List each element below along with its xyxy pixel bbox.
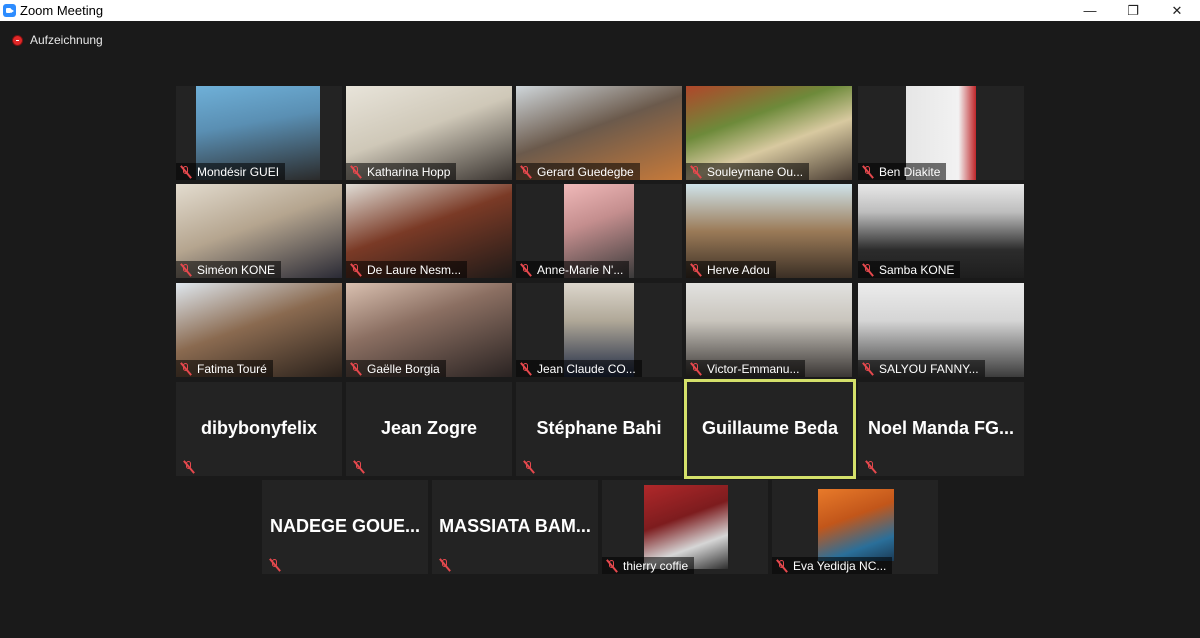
participant-name: SALYOU FANNY... xyxy=(879,361,979,376)
active-speaker-tile[interactable]: Guillaume Beda xyxy=(684,379,856,479)
participant-name-label: Mondésir GUEI xyxy=(176,163,286,180)
participant-tile[interactable]: De Laure Nesm... xyxy=(346,184,512,278)
participant-tile[interactable]: Souleymane Ou... xyxy=(686,86,852,180)
participant-name: Herve Adou xyxy=(707,262,770,277)
participant-tile[interactable]: NADEGE GOUE... xyxy=(262,480,428,574)
participant-tile[interactable]: Fatima Touré xyxy=(176,283,342,377)
muted-mic-icon xyxy=(689,362,703,376)
participant-tile[interactable]: Jean Claude CO... xyxy=(516,283,682,377)
recording-label: Aufzeichnung xyxy=(30,33,103,47)
participant-name: Katharina Hopp xyxy=(367,164,451,179)
window-title: Zoom Meeting xyxy=(20,3,104,18)
close-button[interactable]: ✕ xyxy=(1155,0,1199,21)
participant-name: Fatima Touré xyxy=(197,361,267,376)
record-icon xyxy=(12,34,23,46)
muted-mic-icon xyxy=(864,460,878,474)
participant-tile[interactable]: Gerard Guedegbe xyxy=(516,86,682,180)
participant-name-label: De Laure Nesm... xyxy=(346,261,468,278)
participant-tile[interactable]: Stéphane Bahi xyxy=(516,382,682,476)
participant-tile[interactable]: SALYOU FANNY... xyxy=(858,283,1024,377)
participant-tile[interactable]: Siméon KONE xyxy=(176,184,342,278)
participant-name: Stéphane Bahi xyxy=(536,418,662,438)
participant-tile[interactable]: Herve Adou xyxy=(686,184,852,278)
participant-name-label: SALYOU FANNY... xyxy=(858,360,985,377)
participant-tile[interactable]: Victor-Emmanu... xyxy=(686,283,852,377)
muted-mic-icon xyxy=(268,558,282,572)
participant-tile[interactable]: Noel Manda FG... xyxy=(858,382,1024,476)
participant-name-label: Eva Yedidja NC... xyxy=(772,557,893,574)
participant-name: Jean Claude CO... xyxy=(537,361,636,376)
muted-mic-icon xyxy=(861,362,875,376)
muted-mic-icon xyxy=(179,362,193,376)
muted-mic-icon xyxy=(775,559,789,573)
muted-mic-icon xyxy=(689,165,703,179)
participant-name-label: Katharina Hopp xyxy=(346,163,457,180)
participant-tile[interactable]: Ben Diakite xyxy=(858,86,1024,180)
recording-indicator[interactable]: Aufzeichnung xyxy=(12,33,103,47)
participant-name: thierry coffie xyxy=(623,558,689,573)
participant-name-label: Ben Diakite xyxy=(858,163,947,180)
participant-name: Gerard Guedegbe xyxy=(537,164,634,179)
participant-tile[interactable]: Eva Yedidja NC... xyxy=(772,480,938,574)
muted-mic-icon xyxy=(519,362,533,376)
participant-tile[interactable]: Jean Zogre xyxy=(346,382,512,476)
participant-name: Anne-Marie N'... xyxy=(537,262,624,277)
zoom-app-icon xyxy=(3,4,16,17)
muted-mic-icon xyxy=(438,558,452,572)
muted-mic-icon xyxy=(349,362,363,376)
participant-name: Jean Zogre xyxy=(380,418,478,438)
muted-mic-icon xyxy=(352,460,366,474)
participant-name-label: Anne-Marie N'... xyxy=(516,261,630,278)
participant-tile[interactable]: Gaëlle Borgia xyxy=(346,283,512,377)
participant-tile[interactable]: Mondésir GUEI xyxy=(176,86,342,180)
participant-avatar xyxy=(818,489,894,561)
participant-tile[interactable]: Katharina Hopp xyxy=(346,86,512,180)
participant-tile[interactable]: thierry coffie xyxy=(602,480,768,574)
participant-name-label: Gaëlle Borgia xyxy=(346,360,446,377)
participant-name-label: Victor-Emmanu... xyxy=(686,360,806,377)
window-titlebar: Zoom Meeting — ❐ ✕ xyxy=(0,0,1200,21)
muted-mic-icon xyxy=(349,165,363,179)
participant-name: MASSIATA BAM... xyxy=(439,516,591,536)
participant-tile[interactable]: MASSIATA BAM... xyxy=(432,480,598,574)
participant-tile[interactable]: Samba KONE xyxy=(858,184,1024,278)
participant-name: Noel Manda FG... xyxy=(867,418,1014,438)
muted-mic-icon xyxy=(182,460,196,474)
participant-name-label: thierry coffie xyxy=(602,557,695,574)
participant-name: Siméon KONE xyxy=(197,262,276,277)
participant-name: Victor-Emmanu... xyxy=(707,361,800,376)
participant-tile[interactable]: Anne-Marie N'... xyxy=(516,184,682,278)
participant-name: Ben Diakite xyxy=(879,164,941,179)
muted-mic-icon xyxy=(605,559,619,573)
minimize-button[interactable]: — xyxy=(1068,0,1112,21)
participant-name-label: Samba KONE xyxy=(858,261,961,278)
participant-name-label: Jean Claude CO... xyxy=(516,360,642,377)
participant-name: Mondésir GUEI xyxy=(197,164,280,179)
muted-mic-icon xyxy=(179,263,193,277)
participant-name: Guillaume Beda xyxy=(701,418,839,438)
participant-name-label: Souleymane Ou... xyxy=(686,163,810,180)
participant-name: Souleymane Ou... xyxy=(707,164,804,179)
participant-name-label: Fatima Touré xyxy=(176,360,273,377)
muted-mic-icon xyxy=(519,165,533,179)
muted-mic-icon xyxy=(522,460,536,474)
maximize-button[interactable]: ❐ xyxy=(1111,0,1155,21)
participant-name-label: Gerard Guedegbe xyxy=(516,163,640,180)
participant-name-label: Siméon KONE xyxy=(176,261,282,278)
participant-name: De Laure Nesm... xyxy=(367,262,462,277)
participant-name: Gaëlle Borgia xyxy=(367,361,440,376)
participant-name-label: Herve Adou xyxy=(686,261,776,278)
muted-mic-icon xyxy=(179,165,193,179)
muted-mic-icon xyxy=(861,165,875,179)
participant-name: dibybonyfelix xyxy=(200,418,317,438)
participant-name: Eva Yedidja NC... xyxy=(793,558,887,573)
muted-mic-icon xyxy=(349,263,363,277)
muted-mic-icon xyxy=(689,263,703,277)
muted-mic-icon xyxy=(519,263,533,277)
participant-tile[interactable]: dibybonyfelix xyxy=(176,382,342,476)
participant-name: NADEGE GOUE... xyxy=(269,516,421,536)
participant-name: Samba KONE xyxy=(879,262,955,277)
muted-mic-icon xyxy=(861,263,875,277)
